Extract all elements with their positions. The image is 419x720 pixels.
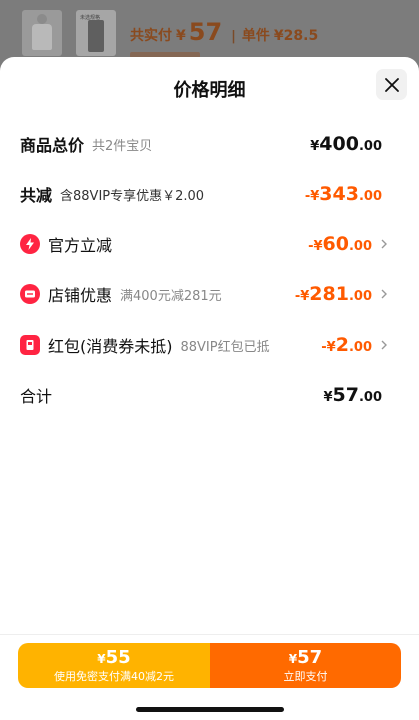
product-thumbnail [22,10,62,56]
official-discount-amount: -¥ 60 .00 [308,233,372,255]
grand-total-amount: ¥ 57 .00 [323,384,382,406]
vip-discount-note: 含88VIP专享优惠￥2.00 [60,188,205,204]
close-button[interactable] [376,69,407,100]
password-free-pay-button[interactable]: ¥ 55 使用免密支付满40减2元 [18,643,210,688]
goods-total-label: 商品总价 [20,136,85,155]
currency: -¥ [321,340,336,355]
total-paid-label: 共实付 [130,28,172,44]
official-discount-row[interactable]: 官方立减 -¥ 60 .00 [20,231,387,257]
pay-now-button[interactable]: ¥ 57 立即支付 [210,643,401,688]
red-packet-label: 红包(消费券未抵) [48,337,173,356]
total-discount-amount: -¥ 343 .00 [305,183,382,205]
goods-count: 共2件宝贝 [92,138,153,154]
grand-total-label: 合计 [20,387,53,406]
password-free-pay-label: 使用免密支付满40减2元 [54,670,174,683]
red-packet-note: 88VIP红包已抵 [180,339,270,355]
amount-integer: 400 [319,133,359,155]
store-discount-label: 店铺优惠 [48,286,113,305]
amount-decimal: .00 [358,139,382,154]
amount-decimal: .00 [348,289,372,304]
footer-divider [0,634,419,635]
grand-total-row: 合计 ¥ 57 .00 [20,382,386,408]
amount-decimal: .00 [358,390,382,405]
chevron-right-icon [381,239,387,249]
amount-decimal: .00 [348,340,372,355]
home-indicator[interactable] [136,707,284,712]
red-packet-icon [20,335,40,355]
pants-shape [88,20,104,52]
separator: | [231,29,236,44]
amount-integer: 60 [322,233,349,255]
currency: ¥ [288,652,298,666]
pay-now-label: 立即支付 [283,670,328,683]
price-detail-sheet: 价格明细 商品总价 共2件宝贝 ¥ 400 .00 共减 含88VIP专享优惠￥… [0,57,419,720]
pay-price: ¥ 57 [210,647,401,668]
shirt-shape [32,24,52,50]
currency-symbol: ¥ [176,28,186,44]
store-discount-rule: 满400元减281元 [120,288,222,304]
currency: -¥ [304,189,320,204]
official-discount-label: 官方立减 [48,236,113,255]
model-head [37,14,47,24]
amount-decimal: .00 [348,239,372,254]
total-discount-label: 共减 [20,186,53,205]
amount-integer: 57 [332,384,359,406]
store-discount-amount: -¥ 281 .00 [295,283,372,305]
price-value: 55 [105,647,131,668]
amount-integer: 2 [335,334,349,356]
unit-label: 单件 [241,28,270,44]
store-discount-row[interactable]: 店铺优惠 满400元减281元 -¥ 281 .00 [20,281,387,307]
red-packet-amount: -¥ 2 .00 [321,334,372,356]
currency: ¥ [97,652,106,666]
product-thumbnail: 未选规格 [76,10,116,56]
currency: -¥ [294,289,310,304]
amount-integer: 343 [319,183,359,205]
total-discount-row: 共减 含88VIP专享优惠￥2.00 -¥ 343 .00 [20,181,386,207]
chevron-right-icon [381,289,387,299]
currency: ¥ [310,139,320,154]
goods-total-row: 商品总价 共2件宝贝 ¥ 400 .00 [20,131,386,157]
goods-total-amount: ¥ 400 .00 [310,133,382,155]
unit-price: ¥28.5 [273,28,319,44]
discounted-price: ¥ 55 [18,647,210,668]
backdrop-price-summary: 共实付 ¥ 57 | 单件 ¥28.5 [130,18,318,46]
price-value: 57 [297,647,323,668]
total-paid-value: 57 [188,18,223,46]
lightning-icon [20,234,40,254]
currency: ¥ [323,390,333,405]
red-packet-row[interactable]: 红包(消费券未抵) 88VIP红包已抵 -¥ 2 .00 [20,332,387,358]
currency: -¥ [308,239,323,254]
chevron-right-icon [381,340,387,350]
sheet-title: 价格明细 [173,80,246,101]
close-icon [384,77,399,92]
coupon-icon [20,284,40,304]
amount-integer: 281 [309,283,349,305]
amount-decimal: .00 [358,189,382,204]
